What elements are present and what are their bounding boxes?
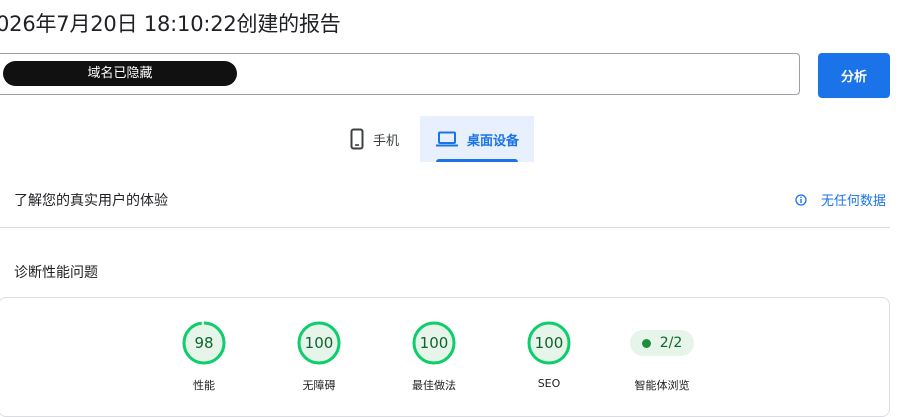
masked-domain: 域名已隐藏 xyxy=(3,61,237,86)
gauge-label: 无障碍 xyxy=(302,379,336,392)
no-data-label: 无任何数据 xyxy=(821,194,887,209)
laptop-icon xyxy=(436,131,458,147)
gauge-label: 最佳做法 xyxy=(412,379,456,392)
pass-dot-icon xyxy=(641,338,651,348)
gauge-value: 98 xyxy=(194,334,214,352)
gauge-best-practices[interactable]: 100 最佳做法 xyxy=(404,320,464,393)
info-icon xyxy=(795,193,807,206)
url-input[interactable]: 域名已隐藏 xyxy=(0,53,800,95)
tab-desktop-label: 桌面设备 xyxy=(467,133,520,149)
agentic-browsing-score[interactable]: 2/2 智能体浏览 xyxy=(624,330,700,393)
agentic-label: 智能体浏览 xyxy=(634,379,690,392)
agentic-pill: 2/2 xyxy=(629,330,695,356)
section-divider xyxy=(0,227,890,228)
gauge-label: SEO xyxy=(537,377,561,390)
tab-desktop[interactable]: 桌面设备 xyxy=(420,116,534,162)
smartphone-icon xyxy=(350,128,364,150)
tab-mobile-label: 手机 xyxy=(373,133,400,149)
report-title: 026年7月20日 18:10:22创建的报告 xyxy=(0,12,341,36)
gauge-label: 性能 xyxy=(193,379,215,392)
tab-mobile[interactable]: 手机 xyxy=(338,116,420,162)
field-data-title: 了解您的真实用户的体验 xyxy=(14,193,168,209)
device-tabs: 手机 桌面设备 xyxy=(0,116,900,162)
gauge-performance[interactable]: 98 性能 xyxy=(174,320,234,393)
no-data-link[interactable]: 无任何数据 xyxy=(795,190,886,209)
gauge-seo[interactable]: 100 SEO xyxy=(519,320,579,390)
gauge-value: 100 xyxy=(534,334,564,352)
agentic-value: 2/2 xyxy=(659,335,683,351)
gauge-value: 100 xyxy=(304,334,334,352)
gauge-accessibility[interactable]: 100 无障碍 xyxy=(289,320,349,393)
diagnostics-title: 诊断性能问题 xyxy=(14,265,98,281)
gauge-value: 100 xyxy=(419,334,449,352)
analyze-button[interactable]: 分析 xyxy=(818,53,890,98)
